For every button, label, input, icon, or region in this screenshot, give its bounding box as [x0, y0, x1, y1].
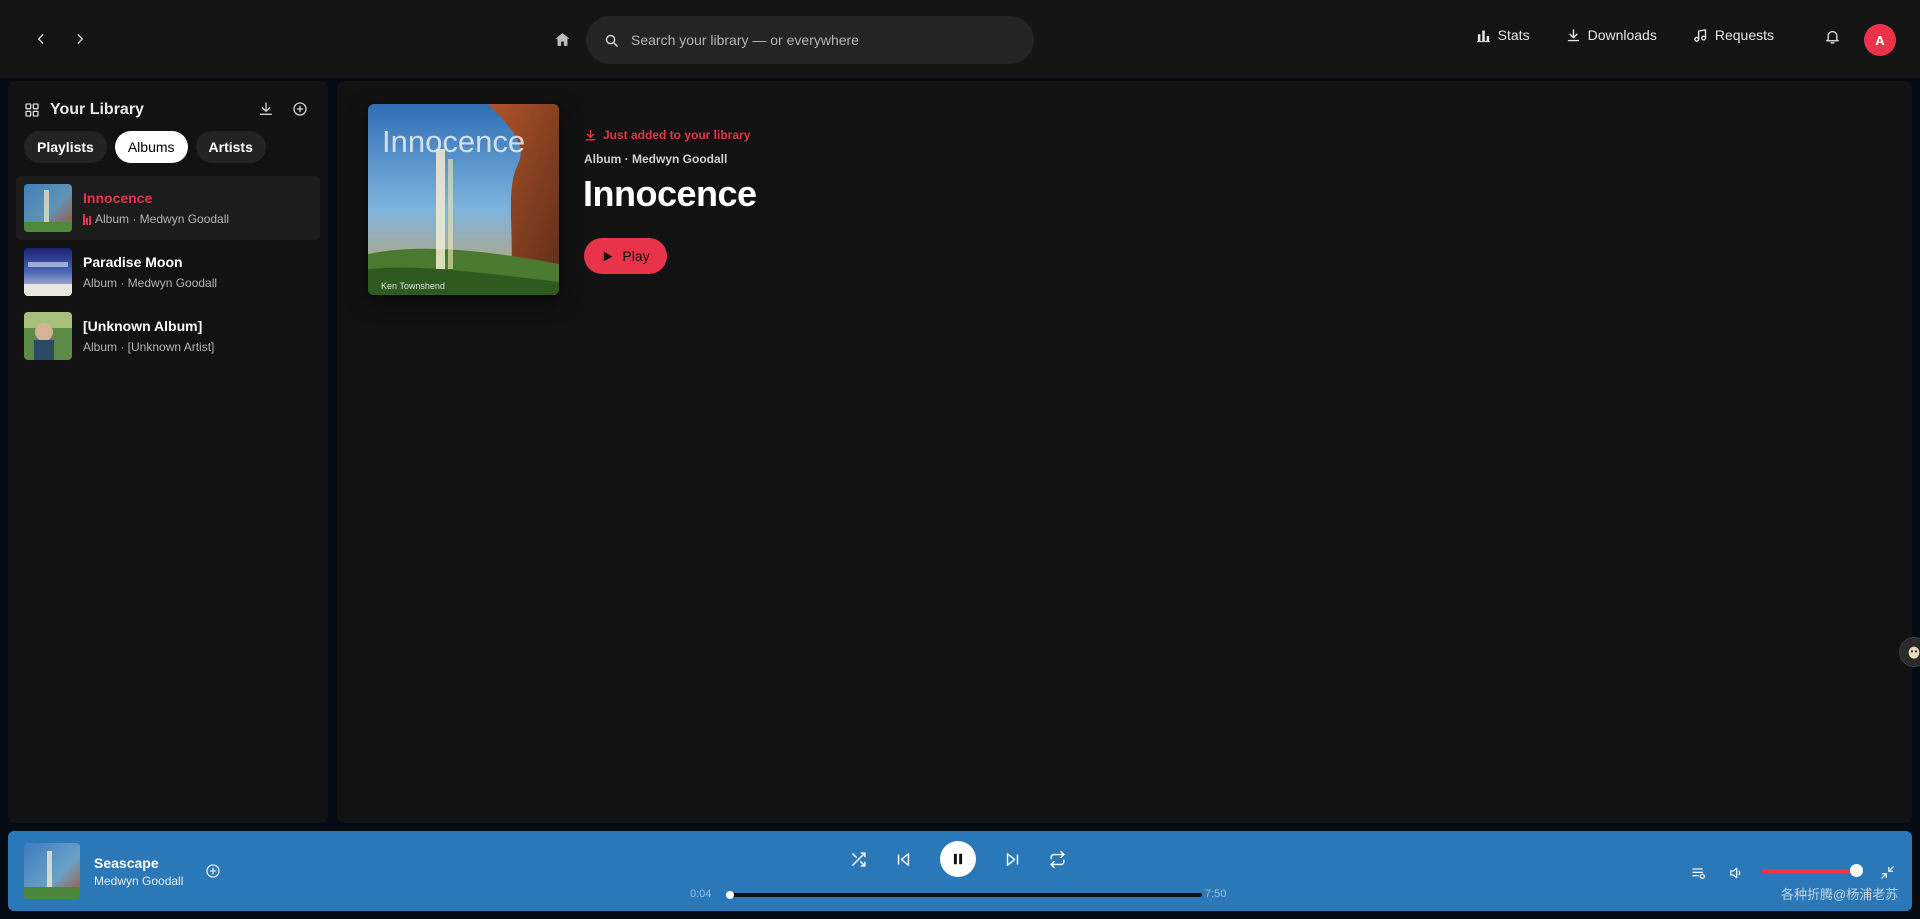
download-icon [1567, 28, 1579, 41]
bar-chart-icon [1476, 30, 1490, 42]
shuffle-icon [852, 851, 866, 867]
library-list: Innocence Album · Medwyn Goodall Paradis… [16, 176, 320, 368]
list-item-title: [Unknown Album] [83, 318, 203, 334]
list-item[interactable]: Innocence Album · Medwyn Goodall [16, 176, 320, 240]
back-button[interactable] [26, 24, 56, 54]
chevron-left-icon [37, 34, 44, 44]
fullscreen-button[interactable] [1880, 865, 1895, 880]
download-icon [260, 102, 272, 115]
mascot-icon [1908, 646, 1920, 659]
requests-link[interactable]: Requests [1693, 27, 1774, 43]
watermark: 各种折腾@杨浦老苏 [1781, 887, 1899, 902]
progress-handle[interactable] [726, 891, 735, 899]
list-item[interactable]: [Unknown Album] Album · [Unknown Artist] [16, 304, 320, 368]
search-icon [605, 34, 618, 47]
avatar[interactable]: A [1864, 24, 1896, 56]
previous-button[interactable] [895, 851, 912, 868]
list-item-title: Innocence [83, 190, 153, 206]
library-download-button[interactable] [258, 101, 274, 117]
downloads-link-label: Downloads [1587, 27, 1657, 43]
pause-button[interactable] [940, 841, 976, 877]
top-bar: Stats Downloads Requests A [0, 0, 1920, 78]
added-notice: Just added to your library [584, 128, 750, 142]
next-button[interactable] [1004, 851, 1021, 868]
list-item-subtitle: Album · Medwyn Goodall [83, 276, 218, 290]
home-icon [554, 32, 570, 46]
music-note-icon [1694, 28, 1707, 42]
library-sidebar: Your Library Playlists Albums Artists In… [8, 81, 328, 823]
progress-bar[interactable] [726, 891, 1202, 899]
skip-back-icon [897, 852, 910, 866]
play-button[interactable]: Play [584, 238, 667, 274]
volume-slider[interactable] [1761, 864, 1863, 877]
top-links: Stats Downloads Requests [1476, 27, 1774, 43]
album-cover: Innocence Ken Townshend [368, 104, 559, 295]
repeat-button[interactable] [1049, 850, 1066, 868]
library-actions [258, 101, 308, 117]
now-playing-artist[interactable]: Medwyn Goodall [94, 874, 183, 888]
added-notice-text: Just added to your library [603, 128, 751, 142]
album-thumbnail [24, 184, 72, 232]
forward-button[interactable] [65, 24, 95, 54]
now-playing-bar: Seascape Medwyn Goodall 0:04 7:50 [8, 831, 1912, 911]
library-grid-icon [25, 103, 39, 117]
list-item-title: Paradise Moon [83, 254, 183, 270]
volume-icon [1730, 867, 1741, 879]
now-playing-icon [83, 213, 91, 225]
download-icon [585, 129, 596, 141]
minimize-icon [1881, 866, 1894, 879]
album-title: Innocence [583, 173, 757, 214]
search-bar[interactable] [586, 16, 1034, 64]
requests-link-label: Requests [1714, 27, 1774, 43]
volume-handle[interactable] [1850, 864, 1863, 877]
library-filter-tabs: Playlists Albums Artists [24, 131, 266, 163]
queue-icon [1692, 868, 1705, 879]
tab-playlists[interactable]: Playlists [24, 131, 107, 163]
mute-button[interactable] [1728, 865, 1744, 881]
list-item-subtitle: Album · Medwyn Goodall [95, 212, 230, 226]
search-input[interactable] [631, 32, 1011, 48]
list-item[interactable]: Paradise Moon Album · Medwyn Goodall [16, 240, 320, 304]
album-thumbnail [24, 248, 72, 296]
list-item-subtitle: Album · [Unknown Artist] [83, 340, 215, 354]
cover-credit-text: Ken Townshend [381, 281, 445, 291]
album-meta: Album · Medwyn Goodall [584, 152, 728, 166]
chevron-right-icon [77, 34, 84, 44]
downloads-link[interactable]: Downloads [1566, 27, 1657, 43]
volume-fill [1761, 869, 1859, 873]
now-playing-title[interactable]: Seascape [94, 855, 159, 871]
home-button[interactable] [547, 24, 577, 54]
play-button-label: Play [622, 248, 650, 264]
library-header[interactable]: Your Library [24, 101, 144, 119]
repeat-icon [1050, 850, 1065, 868]
album-thumbnail [24, 312, 72, 360]
playback-controls [850, 841, 1066, 877]
plus-circle-icon [206, 864, 220, 878]
stats-link-label: Stats [1497, 27, 1530, 43]
skip-forward-icon [1006, 852, 1019, 866]
notifications-button[interactable] [1824, 28, 1841, 45]
play-icon [604, 251, 613, 261]
stats-link[interactable]: Stats [1476, 27, 1530, 43]
library-add-button[interactable] [292, 101, 308, 117]
library-title: Your Library [50, 101, 144, 118]
tab-albums[interactable]: Albums [114, 131, 188, 163]
pause-icon [953, 853, 963, 865]
elapsed-time: 0:04 [690, 888, 712, 900]
total-time: 7:50 [1205, 888, 1227, 900]
shuffle-button[interactable] [850, 851, 867, 868]
queue-button[interactable] [1691, 865, 1707, 881]
now-playing-cover [24, 843, 80, 899]
tab-artists[interactable]: Artists [195, 131, 266, 163]
album-detail-panel: Innocence Ken Townshend Just added to yo… [337, 81, 1912, 823]
bell-icon [1826, 30, 1839, 44]
plus-circle-icon [293, 102, 307, 116]
cover-title-text: Innocence [382, 124, 525, 159]
add-to-library-button[interactable] [205, 863, 221, 879]
